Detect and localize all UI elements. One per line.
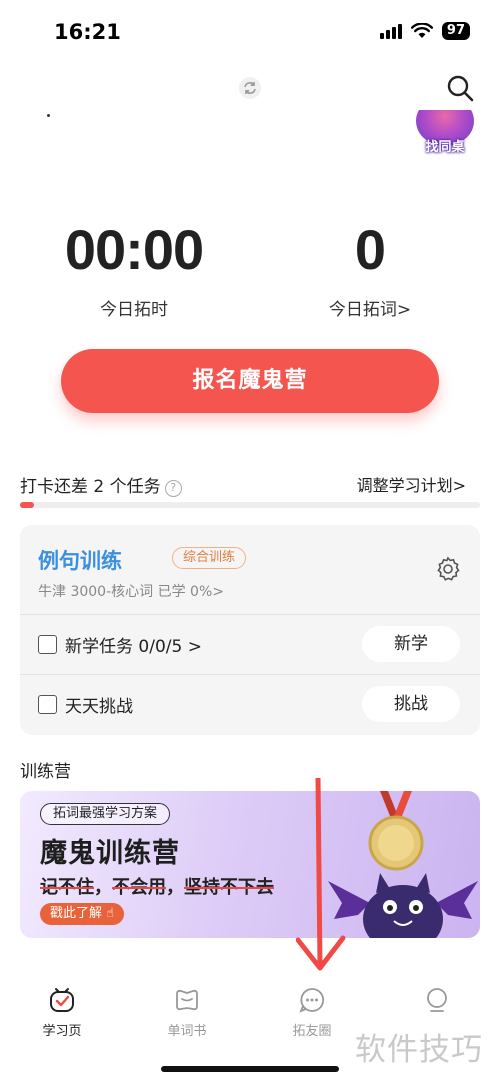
section-title-camp: 训练营: [20, 762, 71, 782]
tab-friends-circle[interactable]: 拓友圈: [267, 980, 357, 1039]
slogan-part: ，: [94, 877, 112, 898]
stat-study-time-caption: 今日拓时: [100, 300, 168, 320]
search-icon[interactable]: [444, 72, 476, 104]
banner-pill: 拓词最强学习方案: [40, 803, 171, 825]
tab-study-page[interactable]: 学习页: [17, 980, 107, 1039]
tab-profile[interactable]: [392, 980, 482, 1020]
word-book-icon: [176, 989, 198, 1011]
slogan-part: 记不住: [40, 877, 94, 898]
checkin-status: 打卡还差 2 个任务?: [20, 472, 182, 497]
checkin-row: 打卡还差 2 个任务? 调整学习计划>: [20, 472, 480, 498]
status-bar: 16:21 97: [0, 0, 500, 64]
slogan-part: 坚持不下去: [184, 877, 274, 898]
gear-icon[interactable]: [434, 555, 462, 583]
sync-icon[interactable]: [238, 76, 262, 100]
slogan-part: ，: [166, 877, 184, 898]
task-row-daily-challenge: 天天挑战 挑战: [20, 674, 480, 734]
study-page-icon: [50, 988, 74, 1012]
task-checkbox[interactable]: [38, 635, 57, 654]
challenge-button[interactable]: 挑战: [362, 686, 460, 722]
task-label: 天天挑战: [65, 697, 133, 717]
battery-indicator: 97: [441, 22, 470, 40]
checkin-status-text: 打卡还差 2 个任务: [20, 477, 161, 497]
tab-label: 学习页: [42, 1024, 82, 1039]
stat-study-time-value: 00:00: [64, 218, 204, 281]
decorative-dot: [47, 114, 50, 117]
help-icon[interactable]: ?: [164, 480, 182, 497]
stat-words-value: 0: [354, 218, 386, 281]
watermark: 软件技巧: [355, 1032, 483, 1068]
find-desk-label: 找同桌: [425, 140, 465, 155]
cellular-signal-icon: [379, 23, 402, 39]
join-camp-button[interactable]: 报名魔鬼营: [61, 349, 439, 413]
task-checkbox[interactable]: [38, 695, 57, 714]
profile-icon: [427, 988, 447, 1012]
banner-slogan: 记不住，不会用，坚持不下去: [40, 873, 274, 899]
adjust-plan-link[interactable]: 调整学习计划>: [357, 472, 466, 496]
checkin-progress-bar: [20, 502, 480, 508]
mascot-bat-icon: [328, 873, 478, 938]
camp-banner[interactable]: 拓词最强学习方案 魔鬼训练营 记不住，不会用，坚持不下去 戳此了解 ☝: [20, 791, 480, 938]
annotation-arrow-icon: [296, 778, 346, 971]
slogan-part: 不会用: [112, 877, 166, 898]
status-indicators: 97: [379, 22, 470, 40]
task-card: 例句训练 综合训练 牛津 3000-核心词 已学 0%> 新学任务 0/0/5 …: [20, 525, 480, 735]
status-time: 16:21: [54, 20, 121, 44]
friends-circle-icon: [299, 988, 325, 1013]
checkin-progress-fill: [20, 502, 34, 508]
stat-study-time: 00:00 今日拓时: [64, 215, 204, 320]
stat-words[interactable]: 0 今日拓词>: [300, 215, 440, 320]
learn-more-button[interactable]: 戳此了解 ☝: [40, 903, 125, 925]
new-learning-button[interactable]: 新学: [362, 626, 460, 662]
task-card-tag: 综合训练: [172, 547, 247, 569]
task-row-new-learning: 新学任务 0/0/5 > 新学: [20, 614, 480, 674]
tab-word-book[interactable]: 单词书: [142, 980, 232, 1039]
banner-title: 魔鬼训练营: [40, 838, 180, 869]
wifi-icon: [410, 23, 433, 38]
home-indicator[interactable]: [161, 1066, 339, 1072]
find-desk-button[interactable]: 找同桌: [414, 110, 476, 156]
top-bar: [0, 70, 500, 117]
daily-stats: 00:00 今日拓时 0 今日拓词>: [0, 215, 500, 325]
task-label[interactable]: 新学任务 0/0/5 >: [65, 632, 202, 657]
stat-words-caption[interactable]: 今日拓词>: [300, 295, 440, 320]
learn-more-label: 戳此了解: [50, 906, 103, 921]
tap-hand-icon: ☝: [106, 906, 115, 921]
task-card-subtitle[interactable]: 牛津 3000-核心词 已学 0%>: [38, 581, 224, 601]
task-card-title[interactable]: 例句训练: [38, 545, 122, 575]
tab-label: 拓友圈: [292, 1024, 332, 1039]
tab-label: 单词书: [167, 1024, 207, 1039]
